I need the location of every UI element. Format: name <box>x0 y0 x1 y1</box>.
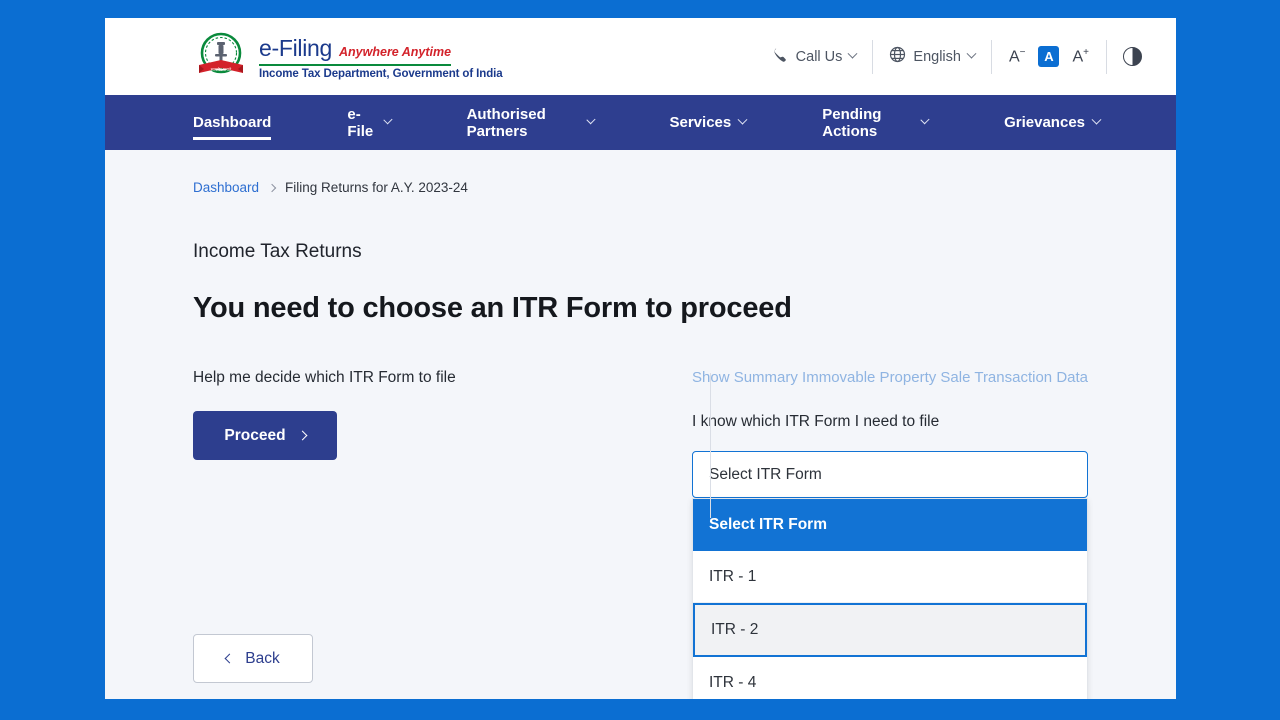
nav-label: Services <box>669 114 732 131</box>
dropdown-option-itr-4[interactable]: ITR - 4 <box>693 657 1087 699</box>
globe-icon <box>889 46 906 67</box>
brand-tagline: Anywhere Anytime <box>339 45 452 59</box>
dropdown-option-select-itr-form[interactable]: Select ITR Form <box>693 499 1087 551</box>
brand-text: e-Filing Anywhere Anytime Income Tax Dep… <box>259 33 503 80</box>
brand-logo[interactable]: सत्यमेव जयते e-Filing Anywhere Anytime I… <box>193 29 503 85</box>
chevron-right-icon <box>297 430 308 441</box>
proceed-button[interactable]: Proceed <box>193 411 337 460</box>
nav-label: Grievances <box>1004 114 1085 131</box>
help-me-decide-panel: Help me decide which ITR Form to file Pr… <box>193 369 605 699</box>
itr-form-select-value: Select ITR Form <box>709 465 822 483</box>
dropdown-option-itr-2[interactable]: ITR - 2 <box>693 603 1087 657</box>
nav-label: Pending Actions <box>822 105 882 140</box>
brand-department: Income Tax Department, Government of Ind… <box>259 68 503 80</box>
nav-item-pending-actions[interactable]: Pending Actions <box>822 95 966 150</box>
nav-item-grievances[interactable]: Grievances <box>1004 95 1138 150</box>
chevron-down-icon <box>737 114 748 125</box>
chevron-down-icon <box>966 48 977 59</box>
select-form-panel: Show Summary Immovable Property Sale Tra… <box>692 369 1112 699</box>
main-navigation: Dashboard e-File Authorised Partners Ser… <box>105 95 1176 150</box>
proceed-label: Proceed <box>224 426 286 444</box>
efiling-portal-window: सत्यमेव जयते e-Filing Anywhere Anytime I… <box>105 18 1176 699</box>
contrast-icon <box>1123 47 1142 66</box>
call-us-button[interactable]: Call Us <box>757 47 873 67</box>
call-us-label: Call Us <box>795 48 843 65</box>
brand-title: e-Filing <box>259 35 333 61</box>
choice-columns: Help me decide which ITR Form to file Pr… <box>193 369 1176 699</box>
phone-icon <box>773 47 789 67</box>
chevron-down-icon <box>383 115 393 125</box>
header-utilities: Call Us English A− A A+ <box>757 39 1158 74</box>
breadcrumb-current: Filing Returns for A.Y. 2023-24 <box>285 180 468 195</box>
know-form-label: I know which ITR Form I need to file <box>692 413 940 430</box>
itr-form-select[interactable]: Select ITR Form <box>692 451 1088 498</box>
nav-item-authorised-partners[interactable]: Authorised Partners <box>467 95 632 150</box>
font-size-increase-button[interactable]: A+ <box>1072 47 1089 65</box>
language-selector[interactable]: English <box>873 46 991 67</box>
chevron-down-icon <box>847 48 858 59</box>
top-header: सत्यमेव जयते e-Filing Anywhere Anytime I… <box>105 18 1176 95</box>
font-size-normal-button[interactable]: A <box>1038 46 1060 67</box>
nav-item-services[interactable]: Services <box>670 95 785 150</box>
chevron-right-icon <box>267 183 277 192</box>
dropdown-option-itr-1[interactable]: ITR - 1 <box>693 551 1087 603</box>
page-title: You need to choose an ITR Form to procee… <box>193 292 792 324</box>
nav-label: Dashboard <box>193 114 272 131</box>
help-me-decide-label: Help me decide which ITR Form to file <box>193 369 456 386</box>
breadcrumb: Dashboard Filing Returns for A.Y. 2023-2… <box>193 150 1176 195</box>
nav-item-e-file[interactable]: e-File <box>347 95 428 150</box>
language-label: English <box>913 48 961 65</box>
breadcrumb-dashboard-link[interactable]: Dashboard <box>193 180 259 195</box>
chevron-down-icon <box>586 115 596 125</box>
chevron-down-icon <box>1091 114 1102 125</box>
chevron-left-icon <box>224 653 235 664</box>
column-divider <box>710 373 711 518</box>
brand-divider <box>259 64 451 66</box>
nav-label: Authorised Partners <box>466 105 546 140</box>
font-size-decrease-button[interactable]: A− <box>1009 47 1026 65</box>
page-subtitle: Income Tax Returns <box>193 241 362 262</box>
nav-label: e-File <box>347 105 374 140</box>
chevron-down-icon <box>920 115 930 125</box>
nav-item-dashboard[interactable]: Dashboard <box>193 95 309 150</box>
show-summary-link[interactable]: Show Summary Immovable Property Sale Tra… <box>692 369 1112 386</box>
itr-form-dropdown-list: Select ITR Form ITR - 1 ITR - 2 ITR - 4 <box>692 498 1088 699</box>
india-emblem-icon: सत्यमेव जयते <box>193 29 249 85</box>
svg-text:सत्यमेव जयते: सत्यमेव जयते <box>211 67 232 72</box>
back-button[interactable]: Back <box>193 634 313 683</box>
back-label: Back <box>245 649 280 667</box>
main-content: Dashboard Filing Returns for A.Y. 2023-2… <box>105 150 1176 699</box>
contrast-toggle[interactable] <box>1107 47 1158 66</box>
font-size-controls: A− A A+ <box>992 46 1106 67</box>
